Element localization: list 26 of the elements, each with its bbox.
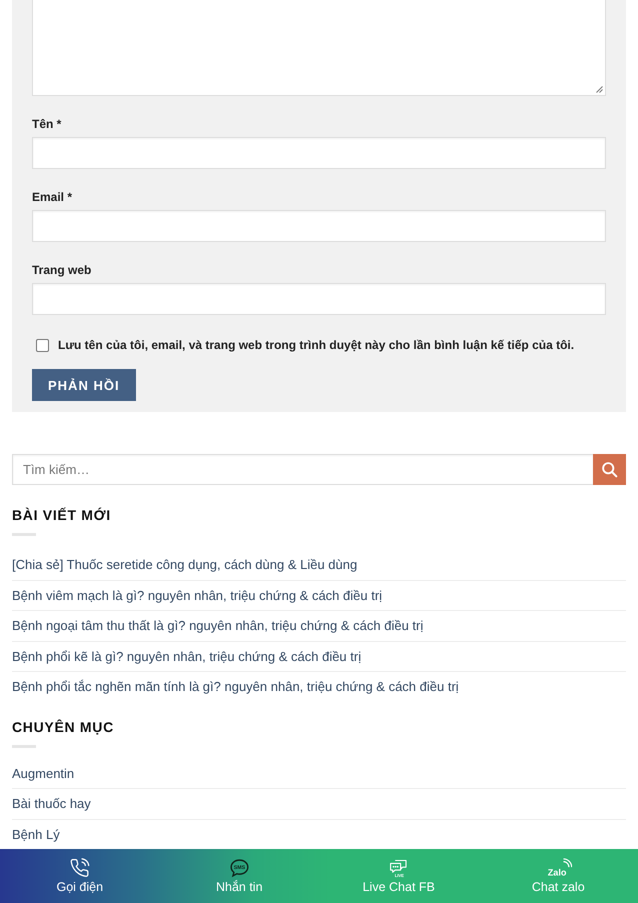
section-heading: CHUYÊN MỤC <box>12 718 114 736</box>
submit-button[interactable]: PHẢN HỒI <box>32 369 136 401</box>
field-label: Tên * <box>32 116 62 132</box>
category-link[interactable]: Bài thuốc hay <box>12 796 91 812</box>
field-label: Email * <box>32 189 72 205</box>
input-field[interactable] <box>32 210 606 242</box>
phone-icon <box>69 858 90 878</box>
checkbox-label: Lưu tên của tôi, email, và trang web trong trình duyệt này cho lần bình luận kế tiếp của tôi. <box>58 337 574 353</box>
field-label: Trang web <box>32 262 92 278</box>
checkbox[interactable] <box>36 338 49 352</box>
comment-field[interactable] <box>32 0 606 96</box>
post-link[interactable]: Bệnh ngoại tâm thu thất là gì? nguyên nhân, triệu chứng & cách điều trị <box>12 618 424 634</box>
category-link[interactable]: Bệnh Lý <box>12 826 60 842</box>
input-field[interactable] <box>32 137 606 169</box>
contact-button[interactable]: Gọi điện <box>0 849 160 903</box>
post-link[interactable]: [Chia sẻ] Thuốc seretide công dụng, cách dùng & Liều dùng <box>12 557 358 572</box>
post-link[interactable]: Bệnh phổi tắc nghẽn mãn tính là gì? nguyên nhân, triệu chứng & cách điều trị <box>12 679 459 694</box>
post-link[interactable]: Bệnh phổi kẽ là gì? nguyên nhân, triệu chứng & cách điều trị <box>12 648 362 664</box>
search-button[interactable] <box>593 454 626 485</box>
input-field[interactable] <box>32 283 606 315</box>
search-field[interactable]: Tìm kiếm… <box>12 454 593 485</box>
section-heading: BÀI VIẾT MỚI <box>12 506 111 524</box>
category-link[interactable]: Augmentin <box>12 766 74 781</box>
resize-grip-icon[interactable] <box>596 86 603 93</box>
post-link[interactable]: Bệnh viêm mạch là gì? nguyên nhân, triệu chứng & cách điều trị <box>12 588 382 603</box>
search-icon <box>601 461 618 478</box>
